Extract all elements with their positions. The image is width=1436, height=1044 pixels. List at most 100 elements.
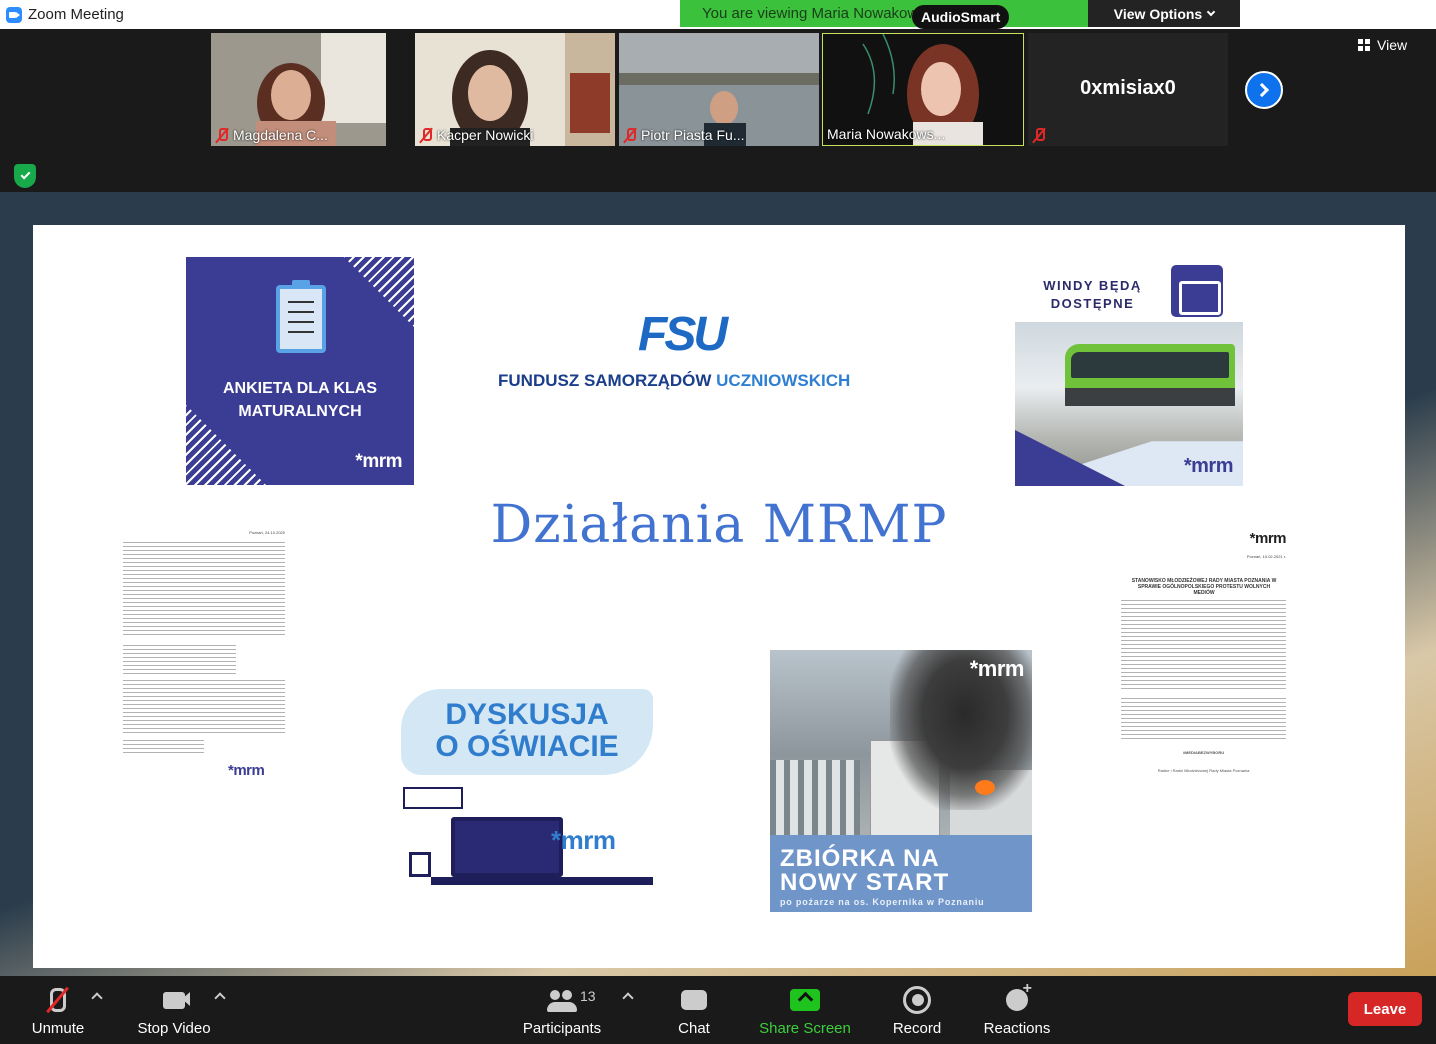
zbiorka-footer: ZBIÓRKA NA NOWY START po pożarze na os. … [770, 835, 1032, 912]
unmute-button[interactable]: Unmute [20, 976, 96, 1044]
participants-label: Participants [522, 1020, 602, 1037]
participant-tile[interactable]: 0xmisiax0 [1028, 33, 1228, 146]
muted-mic-icon [215, 127, 228, 143]
mrm-logo: *mrm [1249, 530, 1287, 547]
letter-text-block [123, 645, 237, 675]
ankieta-card: ANKIETA DLA KLAS MATURALNYCH *mrm [186, 257, 414, 485]
grid-view-icon [1358, 39, 1371, 51]
letter-hashtag: #MEDIABEZWYBORU [1182, 750, 1225, 755]
mrm-logo: *mrm [355, 451, 402, 472]
security-shield-icon[interactable] [14, 164, 36, 188]
chat-label: Chat [678, 1020, 710, 1037]
participant-tile[interactable]: Piotr Piasta Fu... [619, 33, 819, 146]
letter-signature: Radne i Radni Młodzieżowej Rady Miasta P… [1157, 768, 1250, 773]
dyskusja-line1: DYSKUSJA [445, 698, 609, 731]
smiley-add-icon [1001, 980, 1033, 1014]
participant-name-tag: Piotr Piasta Fu... [623, 127, 744, 143]
record-icon [901, 986, 933, 1014]
muted-mic-icon [623, 127, 636, 143]
windy-card: WINDY BĘDĄ DOSTĘPNE *mrm [1015, 260, 1243, 486]
meeting-controls-toolbar: Unmute Stop Video Participants 13 Chat S… [0, 976, 1436, 1044]
mrm-logo: *mrm [551, 825, 616, 855]
fire-illustration [975, 780, 995, 795]
zbiorka-title: ZBIÓRKA NA NOWY START [780, 847, 949, 895]
letter-text-block [123, 542, 285, 637]
stop-video-label: Stop Video [137, 1020, 211, 1037]
view-options-label: View Options [1113, 5, 1203, 22]
next-page-button[interactable] [1245, 71, 1283, 109]
leave-button[interactable]: Leave [1348, 992, 1422, 1026]
building-illustration [770, 760, 860, 840]
view-button[interactable]: View [1358, 37, 1407, 53]
video-options-caret[interactable] [214, 992, 226, 1004]
letter-document-right: *mrm Poznań, 10.02.2021 r. STANOWISKO MŁ… [1121, 530, 1287, 780]
tram-image [1065, 344, 1235, 406]
reactions-button[interactable]: Reactions [982, 976, 1052, 1044]
participant-name: Magdalena C... [233, 127, 328, 143]
participants-button[interactable]: Participants 13 [518, 976, 606, 1044]
participants-icon [546, 986, 578, 1014]
participant-name-tag: Kacper Nowicki [419, 127, 533, 143]
zbiorka-line2: NOWY START [780, 869, 950, 896]
participant-name: Piotr Piasta Fu... [641, 127, 745, 143]
participant-tile[interactable]: Kacper Nowicki [415, 33, 615, 146]
participants-count: 13 [580, 988, 596, 1004]
participants-options-caret[interactable] [622, 992, 634, 1004]
viewing-screen-banner: You are viewing Maria Nowakowska's scree… [680, 0, 1088, 27]
view-label: View [1377, 37, 1408, 53]
letter-header: STANOWISKO MŁODZIEŻOWEJ RADY MIASTA POZN… [1131, 578, 1277, 596]
participant-tile[interactable]: Magdalena C... [211, 33, 386, 146]
dyskusja-card: DYSKUSJA O OŚWIACIE *mrm [401, 687, 653, 897]
muted-mic-icon [419, 127, 432, 143]
letter-text-block [1121, 600, 1286, 690]
ankieta-title: ANKIETA DLA KLAS MATURALNYCH [222, 380, 378, 420]
fsu-logo: FSU [638, 308, 728, 361]
check-icon [20, 169, 30, 180]
letter-text-block [1121, 698, 1286, 742]
share-screen-label: Share Screen [759, 1020, 851, 1037]
microphone-muted-icon [42, 986, 74, 1014]
participant-name-tag: Maria Nowakows... [827, 126, 945, 142]
dyskusja-title: DYSKUSJA O OŚWIACIE [401, 699, 653, 763]
zoom-logo-icon [6, 6, 22, 23]
laptop-illustration [451, 817, 563, 877]
participant-name: Maria Nowakows... [827, 126, 946, 142]
record-button[interactable]: Record [890, 976, 944, 1044]
stop-video-button[interactable]: Stop Video [132, 976, 216, 1044]
participant-tile-active-speaker[interactable]: Maria Nowakows... [822, 33, 1024, 146]
mrm-logo: *mrm [228, 762, 265, 779]
fsu-title: FUNDUSZ SAMORZĄDÓW UCZNIOWSKICH [498, 371, 850, 391]
fsu-title-main: FUNDUSZ SAMORZĄDÓW [498, 371, 717, 390]
share-screen-button[interactable]: Share Screen [758, 976, 852, 1044]
view-options-button[interactable]: View Options [1088, 0, 1240, 27]
record-label: Record [892, 1020, 942, 1037]
zbiorka-line1: ZBIÓRKA NA [780, 845, 940, 872]
chat-bubble-icon [678, 986, 710, 1014]
participant-name-tag [1032, 128, 1045, 143]
presentation-slide: ANKIETA DLA KLAS MATURALNYCH *mrm FSU FU… [33, 225, 1405, 968]
reactions-label: Reactions [983, 1020, 1051, 1037]
audiosmart-badge[interactable]: AudioSmart [912, 5, 1010, 29]
zbiorka-card: *mrm ZBIÓRKA NA NOWY START po pożarze na… [770, 650, 1032, 912]
letter-document-left: Poznań, 24.10.2020 *mrm [123, 530, 285, 810]
participant-name-tag: Magdalena C... [215, 127, 328, 143]
mrm-logo: *mrm [1183, 455, 1234, 477]
elevator-icon [1171, 265, 1223, 317]
tram-photo: *mrm [1015, 322, 1243, 486]
letter-text-block [123, 740, 204, 755]
stripes-decoration [344, 257, 414, 327]
mrm-logo: *mrm [969, 656, 1025, 681]
video-camera-icon [158, 986, 190, 1014]
letter-date: Poznań, 10.02.2021 r. [1246, 554, 1286, 559]
chat-button[interactable]: Chat [670, 976, 718, 1044]
participant-name: Kacper Nowicki [437, 127, 534, 143]
share-screen-icon [789, 986, 821, 1014]
shared-screen-area: ANKIETA DLA KLAS MATURALNYCH *mrm FSU FU… [0, 192, 1436, 976]
letter-date: Poznań, 24.10.2020 [249, 530, 285, 535]
letter-text-block [123, 680, 285, 735]
chevron-down-icon [1206, 7, 1216, 17]
window-title: Zoom Meeting [28, 6, 124, 23]
muted-mic-icon [1032, 128, 1045, 143]
unmute-label: Unmute [31, 1020, 85, 1037]
fsu-title-highlight: UCZNIOWSKICH [716, 371, 851, 390]
